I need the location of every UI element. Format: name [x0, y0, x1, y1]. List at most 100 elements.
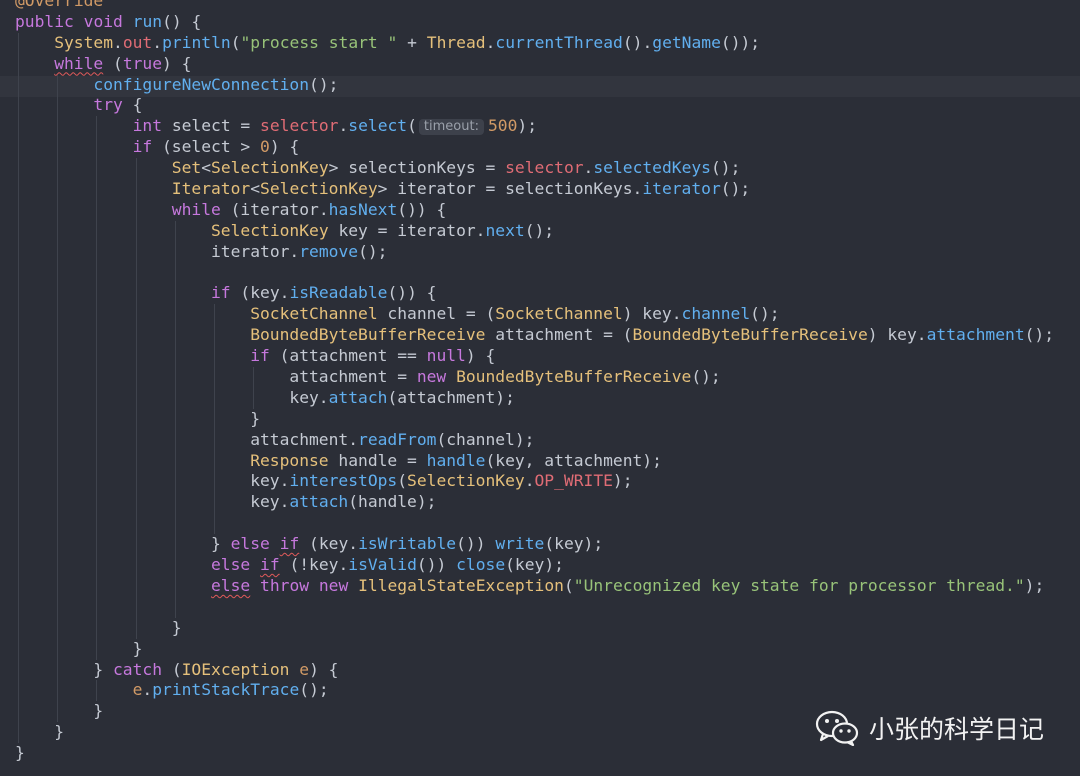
code-line[interactable]: e.printStackTrace();	[0, 680, 1054, 702]
indent-guide	[96, 179, 98, 200]
indent-guide	[214, 367, 215, 388]
code-line[interactable]: }	[0, 617, 1054, 639]
code-line[interactable]: iterator.remove();	[0, 241, 1054, 263]
code-token: SelectionKey	[407, 471, 525, 491]
indent-guide	[96, 575, 98, 597]
indent-guide	[18, 492, 19, 514]
indent-guide	[57, 116, 59, 138]
code-line[interactable]: } catch (IOException e) {	[0, 659, 1054, 681]
code-line[interactable]: SocketChannel channel = (SocketChannel) …	[0, 304, 1054, 326]
code-token: SocketChannel	[495, 304, 623, 324]
code-line[interactable]: Iterator<SelectionKey> iterator = select…	[0, 179, 1054, 200]
indent-guide	[214, 513, 215, 535]
code-token: Iterator	[171, 179, 251, 199]
code-line[interactable]	[0, 596, 1054, 618]
indent-guide	[174, 241, 176, 263]
code-area[interactable]: @Override public void run() {System.out.p…	[0, 0, 1054, 764]
code-token: (key, attachment);	[485, 450, 662, 470]
code-line[interactable]: @Override	[0, 0, 1054, 12]
code-token: selectedKeys	[593, 158, 711, 178]
code-token: throw	[260, 575, 310, 595]
code-line[interactable]: }	[0, 408, 1054, 430]
code-token: if	[279, 534, 300, 554]
code-line[interactable]	[0, 513, 1054, 535]
code-token: isValid	[348, 555, 417, 575]
indent-guide	[135, 262, 137, 284]
indent-guide	[18, 304, 19, 326]
code-token: else	[211, 555, 251, 575]
indent-guide	[57, 158, 59, 180]
code-line[interactable]: } else if (key.isWritable()) write(key);	[0, 534, 1054, 556]
indent-guide	[135, 241, 137, 263]
indent-guide	[174, 596, 176, 618]
code-line[interactable]: }	[0, 743, 1054, 764]
code-token: ();	[358, 241, 388, 261]
code-token: OP_WRITE	[534, 471, 613, 491]
code-token: println	[162, 32, 231, 52]
code-token: Set	[171, 158, 202, 178]
code-token: (!key.	[279, 555, 349, 575]
code-token: Thread	[426, 32, 486, 52]
code-line[interactable]: attachment = new BoundedByteBufferReceiv…	[0, 367, 1054, 388]
code-line[interactable]: while (iterator.hasNext()) {	[0, 199, 1054, 221]
code-token: handle	[426, 450, 486, 470]
code-line[interactable]: Response handle = handle(key, attachment…	[0, 450, 1054, 472]
code-token: channel	[681, 304, 751, 324]
code-token: );	[517, 116, 537, 136]
indent-guide	[18, 53, 19, 75]
code-line[interactable]: if (attachment == null) {	[0, 346, 1054, 368]
code-line[interactable]: key.attach(handle);	[0, 492, 1054, 514]
code-token: if	[260, 555, 280, 575]
indent-guide	[18, 179, 19, 200]
indent-guide	[96, 283, 98, 305]
indent-guide	[57, 346, 59, 368]
code-line[interactable]: key.attach(attachment);	[0, 387, 1054, 409]
indent-guide	[96, 492, 98, 514]
code-line[interactable]: public void run() {	[0, 12, 1054, 33]
code-line[interactable]: BoundedByteBufferReceive attachment = (B…	[0, 325, 1055, 347]
code-line[interactable]	[0, 262, 1054, 284]
code-line[interactable]: if (select > 0) {	[0, 137, 1054, 159]
indent-guide	[18, 555, 19, 576]
code-token: ();	[1024, 325, 1055, 345]
code-token: e	[132, 680, 143, 700]
code-token: 0	[260, 137, 270, 157]
indent-guide	[174, 575, 176, 597]
indent-guide	[57, 199, 59, 221]
indent-guide	[174, 429, 176, 451]
code-line[interactable]: }	[0, 638, 1054, 660]
code-editor[interactable]: @Override public void run() {System.out.p…	[0, 0, 1080, 776]
code-line[interactable]: key.interestOps(SelectionKey.OP_WRITE);	[0, 471, 1054, 493]
indent-guide	[214, 346, 215, 368]
watermark-text: 小张的科学日记	[868, 715, 1044, 744]
code-line[interactable]: Set<SelectionKey> selectionKeys = select…	[0, 158, 1054, 180]
indent-guide	[57, 325, 59, 347]
code-line[interactable]: attachment.readFrom(channel);	[0, 429, 1054, 451]
code-line[interactable]: configureNewConnection();	[0, 74, 1054, 96]
indent-guide	[96, 555, 98, 576]
code-line[interactable]: int select = selector.select(timeout: 500…	[0, 116, 1054, 138]
indent-guide	[18, 701, 19, 723]
code-token: ) key.	[867, 325, 927, 345]
code-line[interactable]: else if (!key.isValid()) close(key);	[0, 555, 1054, 576]
indent-guide	[135, 471, 137, 493]
code-line[interactable]: else throw new IllegalStateException("Un…	[0, 575, 1054, 597]
code-line[interactable]: System.out.println("process start " + Th…	[0, 32, 1054, 54]
code-token: (	[397, 471, 408, 491]
indent-guide	[135, 199, 137, 221]
indent-guide	[96, 680, 98, 702]
code-token: while	[54, 53, 104, 73]
indent-guide	[18, 534, 19, 556]
code-line[interactable]: while (true) {	[0, 53, 1054, 75]
code-token: key.	[250, 471, 290, 491]
indent-guide	[18, 74, 19, 96]
indent-guide	[18, 199, 19, 221]
indent-guide	[135, 555, 137, 576]
code-token: }	[54, 722, 64, 742]
code-line[interactable]: if (key.isReadable()) {	[0, 283, 1054, 305]
code-line[interactable]: SelectionKey key = iterator.next();	[0, 220, 1054, 242]
indent-guide	[135, 450, 137, 472]
code-line[interactable]: try {	[0, 95, 1054, 117]
code-token: readFrom	[358, 429, 437, 449]
indent-guide	[18, 617, 19, 639]
